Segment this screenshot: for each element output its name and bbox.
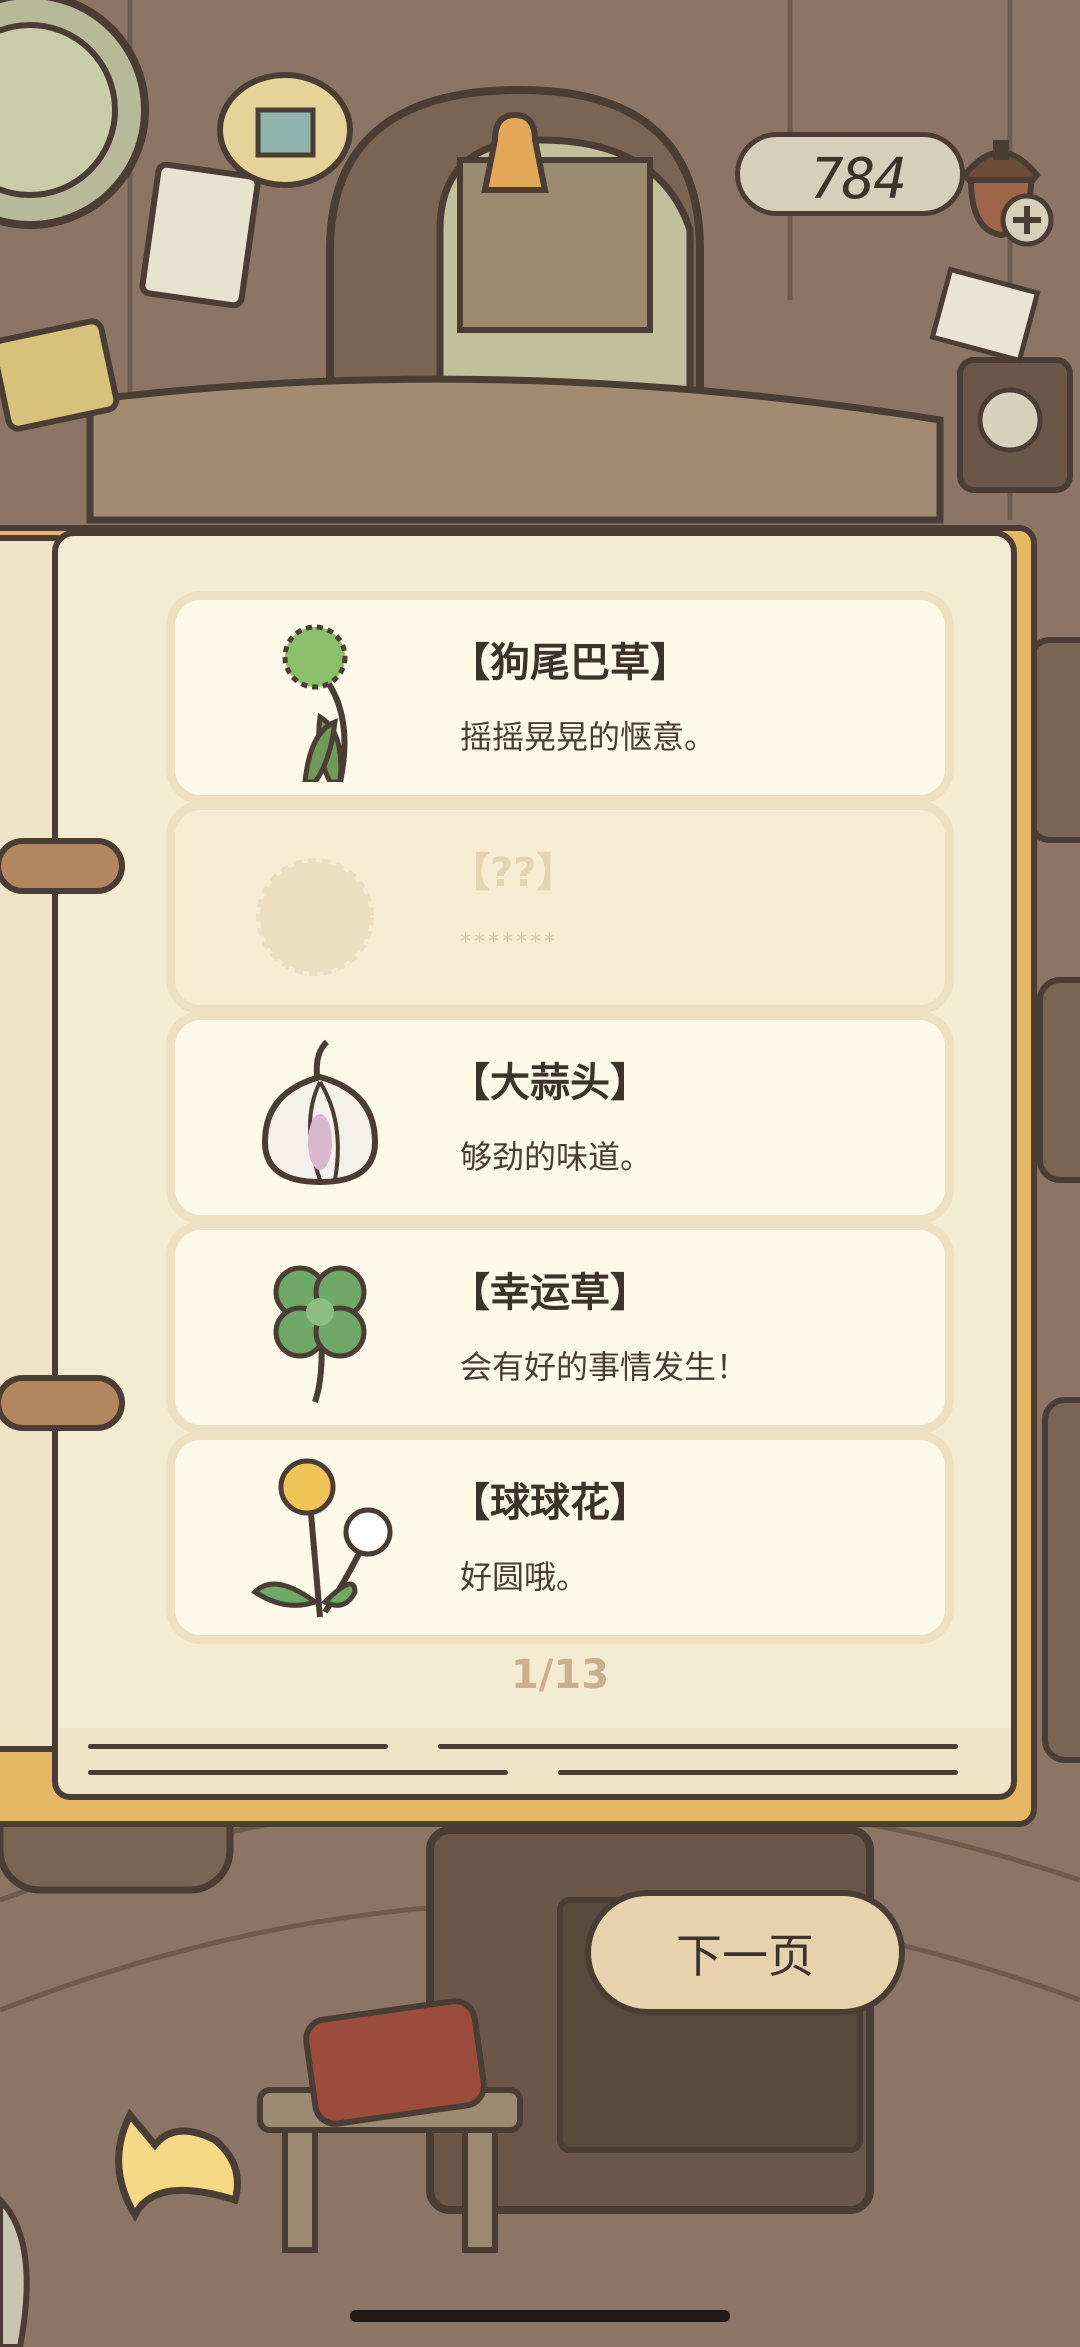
collection-item[interactable]: 【狗尾巴草】 摇摇晃晃的惬意。	[175, 600, 945, 795]
item-name: 【??】	[450, 850, 577, 896]
plus-icon[interactable]	[1000, 193, 1054, 247]
item-description: *******	[460, 930, 558, 955]
item-description: 会有好的事情发生！	[460, 1348, 749, 1386]
next-page-button[interactable]: 下一页	[585, 1890, 905, 2015]
ball-flower-icon	[251, 1458, 393, 1618]
collection-item[interactable]: 【幸运草】 会有好的事情发生！	[175, 1230, 945, 1425]
locked-silhouette-icon	[256, 858, 374, 976]
collection-item[interactable]: 【大蒜头】 够劲的味道。	[175, 1020, 945, 1215]
item-description: 好圆哦。	[460, 1558, 589, 1596]
collection-item-locked[interactable]: 【??】 *******	[175, 810, 945, 1005]
item-description: 摇摇晃晃的惬意。	[460, 718, 717, 756]
foxtail-grass-icon	[282, 624, 348, 782]
page-indicator: 1/13	[510, 1652, 610, 1698]
book-ring	[0, 1375, 125, 1431]
book-ring	[0, 838, 125, 894]
acorn-counter: 784	[735, 132, 965, 216]
garlic-icon	[261, 1039, 379, 1186]
item-description: 够劲的味道。	[460, 1138, 653, 1176]
item-name: 【狗尾巴草】	[450, 640, 690, 686]
item-name: 【幸运草】	[450, 1270, 650, 1316]
item-name: 【球球花】	[450, 1480, 650, 1526]
acorn-icon[interactable]	[945, 120, 1055, 250]
clover-icon	[273, 1265, 367, 1403]
acorn-count: 784	[810, 147, 907, 212]
home-indicator[interactable]	[350, 2310, 730, 2322]
item-name: 【大蒜头】	[450, 1060, 650, 1106]
back-arrow-icon[interactable]	[95, 2095, 265, 2245]
collection-item[interactable]: 【球球花】 好圆哦。	[175, 1440, 945, 1635]
book-page-edges	[52, 1728, 1017, 1800]
